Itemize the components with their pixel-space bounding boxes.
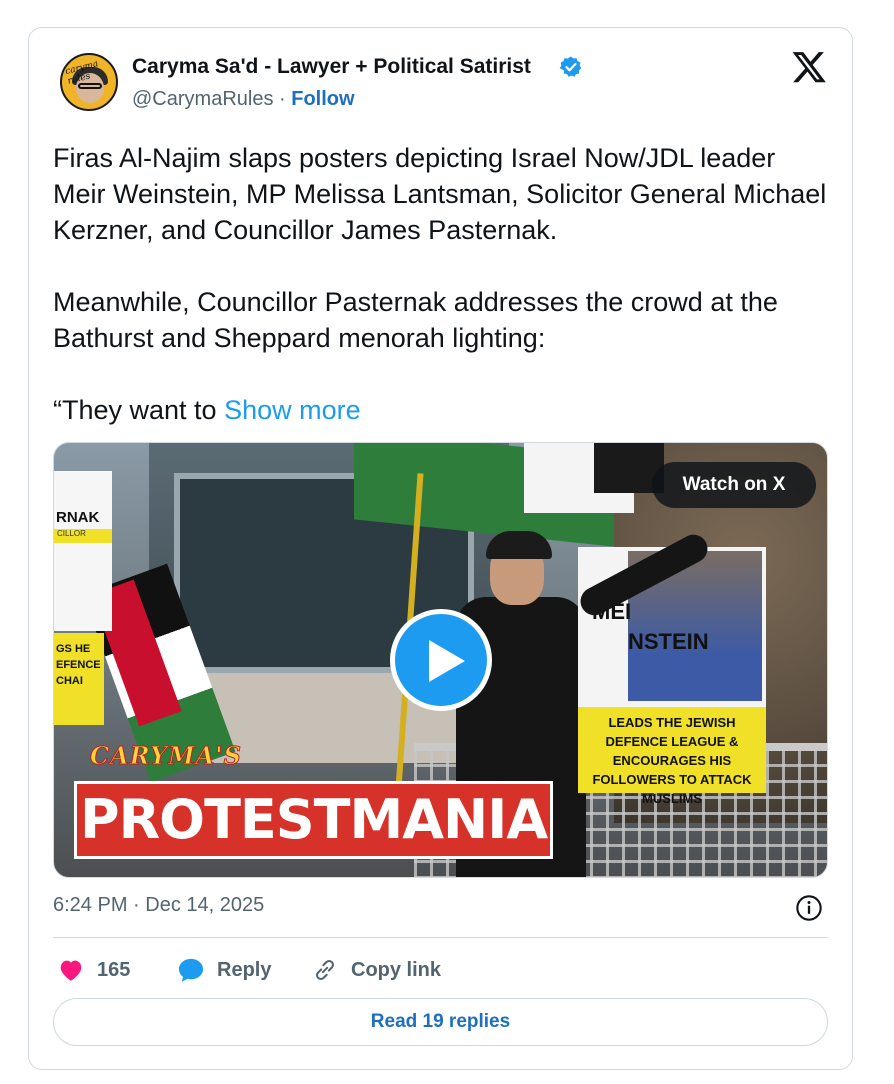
author-handle-row: @CarymaRules · Follow <box>132 88 355 111</box>
reply-label: Reply <box>217 958 272 981</box>
like-count: 165 <box>97 958 131 981</box>
copy-link-button[interactable]: Copy link <box>311 948 441 992</box>
poster-caption: LEADS THE JEWISH DEFENCE LEAGUE & ENCOUR… <box>578 707 766 806</box>
follow-button[interactable]: Follow <box>291 88 354 110</box>
author-avatar[interactable]: caryma rules <box>60 53 118 111</box>
author-name[interactable]: Caryma Sa'd - Lawyer + Political Satiris… <box>132 55 531 79</box>
post-timestamp[interactable]: 6:24 PM · Dec 14, 2025 <box>53 894 264 917</box>
author-handle[interactable]: @CarymaRules <box>132 88 273 110</box>
avatar-glasses <box>78 83 102 89</box>
read-replies-button[interactable]: Read 19 replies <box>53 998 828 1046</box>
post-paragraph-1: Firas Al-Najim slaps posters depicting I… <box>53 143 834 245</box>
post-paragraph-3: “They want to Show more <box>53 392 833 428</box>
link-icon <box>311 956 339 984</box>
poster-name-2: NSTEIN <box>628 629 709 654</box>
play-icon <box>429 640 465 682</box>
sign-left-bottom-text: GS HE EFENCE CHAI <box>54 633 104 725</box>
post-text: Firas Al-Najim slaps posters depicting I… <box>53 140 833 428</box>
post-actions: 165 Reply Copy link <box>53 948 828 992</box>
heart-icon <box>57 956 85 984</box>
protest-sign-left: RNAK CILLOR <box>54 471 112 631</box>
reply-button[interactable]: Reply <box>177 948 271 992</box>
overlay-title-small: CARYMA'S <box>90 741 242 771</box>
x-logo-icon[interactable] <box>791 50 827 84</box>
speech-bubble-icon <box>177 956 205 984</box>
copy-link-label: Copy link <box>351 958 442 981</box>
truncated-text: “They want to <box>53 395 225 425</box>
like-button[interactable]: 165 <box>57 948 130 992</box>
sign-left-bar-text: CILLOR <box>54 529 112 543</box>
post-paragraph-2: Meanwhile, Councillor Pasternak addresse… <box>53 287 786 353</box>
footer-divider <box>53 937 828 938</box>
person-cap <box>486 531 552 559</box>
video-thumbnail[interactable]: RNAK CILLOR GS HE EFENCE CHAI MEI NSTEIN… <box>53 442 828 878</box>
verified-badge-icon <box>559 56 582 77</box>
play-button[interactable] <box>390 609 492 711</box>
overlay-title-large: PROTESTMANIA <box>74 781 554 859</box>
watch-on-x-button[interactable]: Watch on X <box>652 462 816 508</box>
handle-separator: · <box>273 88 292 110</box>
show-more-link[interactable]: Show more <box>224 395 361 425</box>
sign-left-top-text: RNAK <box>56 509 100 526</box>
embedded-post-card: caryma rules Caryma Sa'd - Lawyer + Poli… <box>28 27 853 1070</box>
info-icon[interactable] <box>795 894 823 922</box>
